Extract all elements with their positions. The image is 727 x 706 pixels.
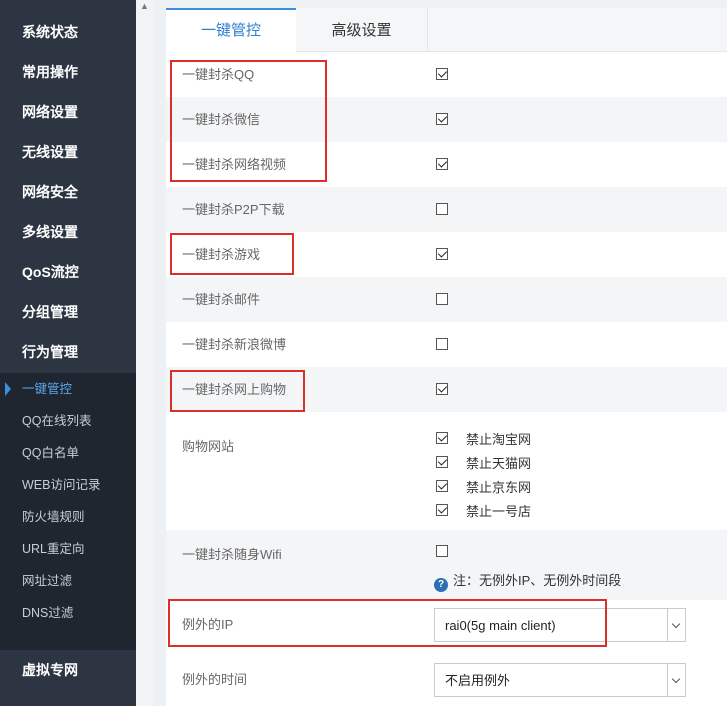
setting-row-block-shopping: 一键封杀网上购物 — [166, 367, 727, 412]
setting-label: 一键封杀微信 — [182, 112, 261, 127]
setting-row-block-weibo: 一键封杀新浪微博 — [166, 322, 727, 367]
setting-row-block-wechat: 一键封杀微信 — [166, 97, 727, 142]
sidebar-subitem-web-access-log[interactable]: WEB访问记录 — [0, 469, 136, 501]
exception-time-select[interactable]: 不启用例外 — [434, 663, 686, 697]
sidebar-item-network-settings[interactable]: 网络设置 — [0, 92, 136, 132]
scroll-gutter[interactable] — [136, 0, 153, 706]
sidebar-sub-nav: 一键管控 QQ在线列表 QQ白名单 WEB访问记录 防火墙规则 URL重定向 网… — [0, 373, 136, 650]
exception-time-row: 例外的时间 不启用例外 — [166, 655, 727, 706]
exception-time-label: 例外的时间 — [182, 672, 248, 687]
sidebar-item-vpn[interactable]: 虚拟专网 — [0, 650, 136, 690]
setting-label: 一键封杀随身Wifi — [182, 547, 282, 562]
sidebar-item-system-status[interactable]: 系统状态 — [0, 12, 136, 52]
setting-label: 一键封杀网上购物 — [182, 382, 287, 397]
setting-label: 一键封杀邮件 — [182, 292, 261, 307]
sidebar-bottom-nav: 虚拟专网 — [0, 650, 136, 690]
tmall-checkbox[interactable] — [436, 456, 448, 468]
sidebar-subitem-url-filter[interactable]: 网址过滤 — [0, 565, 136, 597]
exception-ip-select[interactable]: rai0(5g main client) — [434, 608, 686, 642]
sidebar-subitem-one-click-control[interactable]: 一键管控 — [0, 373, 136, 405]
setting-label: 一键封杀游戏 — [182, 247, 261, 262]
setting-label: 一键封杀P2P下载 — [182, 202, 285, 217]
block-games-checkbox[interactable] — [436, 248, 448, 260]
block-wechat-checkbox[interactable] — [436, 113, 448, 125]
block-video-checkbox[interactable] — [436, 158, 448, 170]
sidebar-subitem-dns-filter[interactable]: DNS过滤 — [0, 597, 136, 629]
sidebar-item-group-management[interactable]: 分组管理 — [0, 292, 136, 332]
tab-one-click-control[interactable]: 一键管控 — [166, 8, 296, 53]
sidebar: 系统状态 常用操作 网络设置 无线设置 网络安全 多线设置 QoS流控 分组管理… — [0, 0, 136, 706]
site-option-label: 禁止一号店 — [466, 504, 532, 519]
sidebar-item-wireless-settings[interactable]: 无线设置 — [0, 132, 136, 172]
setting-row-block-games: 一键封杀游戏 — [166, 232, 727, 277]
block-wifi-checkbox[interactable] — [436, 545, 448, 557]
main-area: 一键管控 高级设置 一键封杀QQ 一键封杀微信 一键封杀网络视频 一键封杀P2P… — [153, 0, 727, 706]
block-shopping-checkbox[interactable] — [436, 383, 448, 395]
setting-row-block-wifi: 一键封杀随身Wifi ? 注：无例外IP、无例外时间段 — [166, 530, 727, 600]
shopping-sites-label: 购物网站 — [182, 439, 235, 454]
shopping-sites-row: 购物网站 禁止淘宝网 禁止天猫网 禁止京东网 禁止一号店 — [166, 422, 727, 530]
settings-panel: 一键管控 高级设置 一键封杀QQ 一键封杀微信 一键封杀网络视频 一键封杀P2P… — [166, 8, 727, 706]
setting-row-block-p2p: 一键封杀P2P下载 — [166, 187, 727, 232]
setting-row-block-qq: 一键封杀QQ — [166, 52, 727, 97]
sidebar-subitem-qq-whitelist[interactable]: QQ白名单 — [0, 437, 136, 469]
taobao-checkbox[interactable] — [436, 432, 448, 444]
sidebar-subitem-url-redirect[interactable]: URL重定向 — [0, 533, 136, 565]
block-p2p-checkbox[interactable] — [436, 203, 448, 215]
sidebar-item-network-security[interactable]: 网络安全 — [0, 172, 136, 212]
sidebar-item-multi-line[interactable]: 多线设置 — [0, 212, 136, 252]
scroll-up-arrow-icon[interactable]: ▲ — [139, 0, 150, 12]
tab-bar: 一键管控 高级设置 — [166, 8, 727, 53]
setting-row-block-video: 一键封杀网络视频 — [166, 142, 727, 187]
setting-row-block-email: 一键封杀邮件 — [166, 277, 727, 322]
sidebar-item-qos[interactable]: QoS流控 — [0, 252, 136, 292]
sidebar-subitem-firewall-rules[interactable]: 防火墙规则 — [0, 501, 136, 533]
jd-checkbox[interactable] — [436, 480, 448, 492]
block-email-checkbox[interactable] — [436, 293, 448, 305]
site-option-label: 禁止京东网 — [466, 480, 532, 495]
wifi-note: ? 注：无例外IP、无例外时间段 — [434, 570, 621, 592]
chevron-down-icon[interactable] — [667, 609, 685, 641]
chevron-down-icon[interactable] — [667, 664, 685, 696]
help-icon[interactable]: ? — [434, 578, 448, 592]
setting-label: 一键封杀QQ — [182, 67, 255, 82]
block-qq-checkbox[interactable] — [436, 68, 448, 80]
sidebar-item-behavior-management[interactable]: 行为管理 — [0, 332, 136, 372]
block-weibo-checkbox[interactable] — [436, 338, 448, 350]
setting-label: 一键封杀新浪微博 — [182, 337, 287, 352]
exception-ip-value: rai0(5g main client) — [445, 618, 556, 633]
exception-ip-label: 例外的IP — [182, 617, 234, 632]
sidebar-item-common-ops[interactable]: 常用操作 — [0, 52, 136, 92]
exception-time-value: 不启用例外 — [445, 673, 511, 688]
sidebar-main-nav: 系统状态 常用操作 网络设置 无线设置 网络安全 多线设置 QoS流控 分组管理… — [0, 12, 136, 372]
yhd-checkbox[interactable] — [436, 504, 448, 516]
sidebar-subitem-qq-online-list[interactable]: QQ在线列表 — [0, 405, 136, 437]
tab-advanced-settings[interactable]: 高级设置 — [296, 8, 428, 52]
site-option-label: 禁止天猫网 — [466, 456, 532, 471]
setting-label: 一键封杀网络视频 — [182, 157, 287, 172]
site-option-label: 禁止淘宝网 — [466, 432, 532, 447]
wifi-note-text: 注：无例外IP、无例外时间段 — [453, 573, 622, 588]
app-frame: 系统状态 常用操作 网络设置 无线设置 网络安全 多线设置 QoS流控 分组管理… — [0, 0, 727, 706]
exception-ip-row: 例外的IP rai0(5g main client) — [166, 600, 727, 655]
